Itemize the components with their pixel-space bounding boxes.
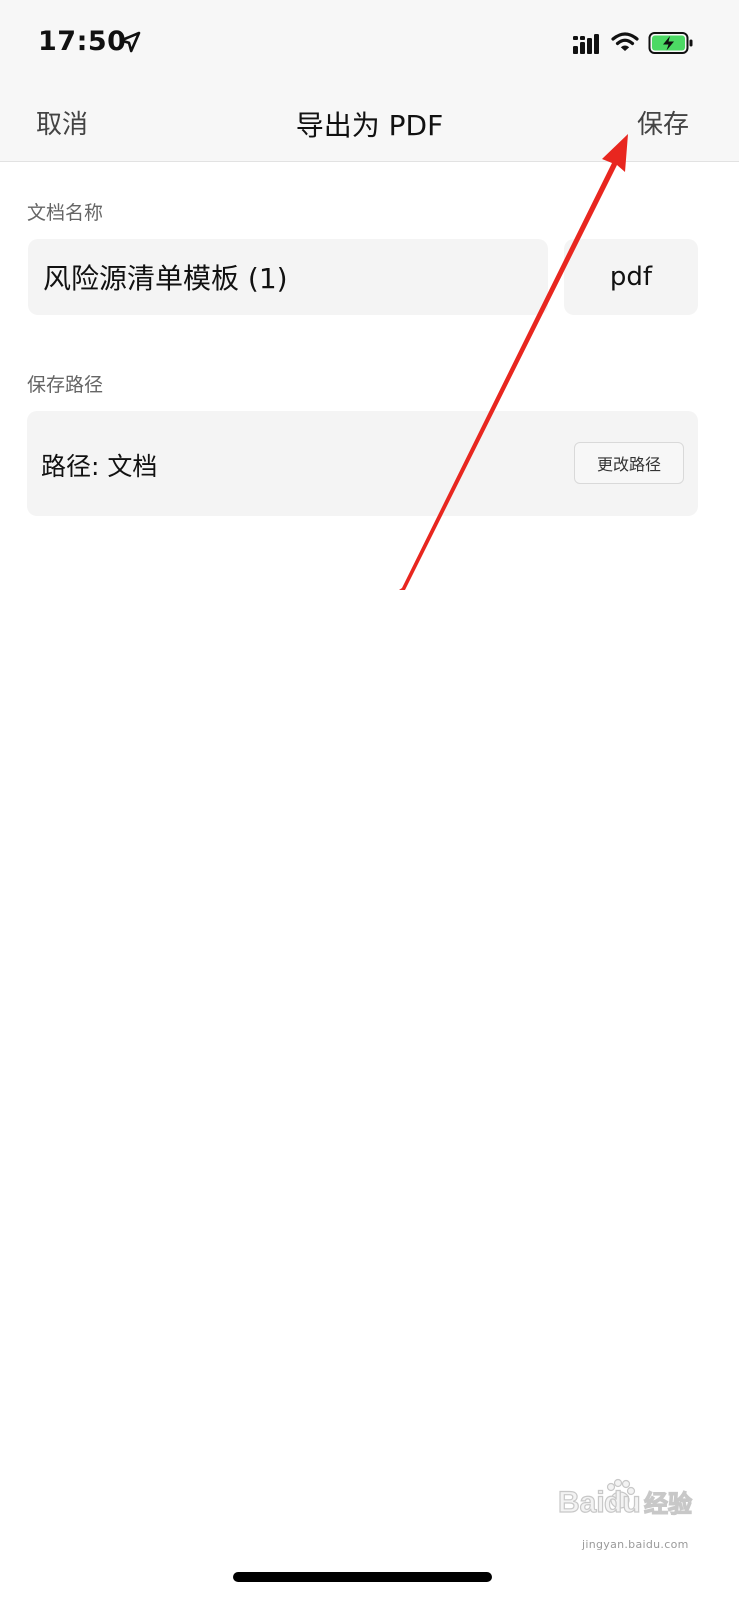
status-time: 17:50 <box>38 26 127 57</box>
document-name-label: 文档名称 <box>27 202 104 224</box>
wifi-icon <box>611 32 639 51</box>
cellular-signal-icon <box>573 34 599 54</box>
location-arrow-icon <box>119 31 141 53</box>
save-button[interactable]: 保存 <box>637 104 689 141</box>
save-path-value: 路径: 文档 <box>41 452 158 481</box>
cancel-button[interactable]: 取消 <box>36 104 88 141</box>
page-title: 导出为 PDF <box>295 109 444 142</box>
home-indicator <box>233 1572 492 1582</box>
svg-text:Bai: Bai <box>558 1486 605 1519</box>
arrow-icon <box>399 134 628 590</box>
export-pdf-screen: 17:50 取消 导出为 PDF 保存 文档名称 p <box>0 0 739 1600</box>
baidu-jingyan-watermark-logo: Bai du 经验 <box>557 1478 693 1520</box>
svg-text:经验: 经验 <box>644 1490 692 1518</box>
navigation-bar: 取消 导出为 PDF 保存 <box>0 86 739 162</box>
file-extension: pdf <box>564 239 698 315</box>
save-path-row: 路径: 文档 更改路径 <box>27 411 698 516</box>
change-path-button[interactable]: 更改路径 <box>574 442 684 484</box>
watermark-url: jingyan.baidu.com <box>582 1538 689 1551</box>
battery-charging-icon <box>648 32 693 54</box>
svg-text:du: du <box>604 1486 641 1519</box>
document-name-input[interactable] <box>28 239 548 315</box>
save-path-label: 保存路径 <box>27 374 104 396</box>
status-bar: 17:50 <box>0 0 739 86</box>
